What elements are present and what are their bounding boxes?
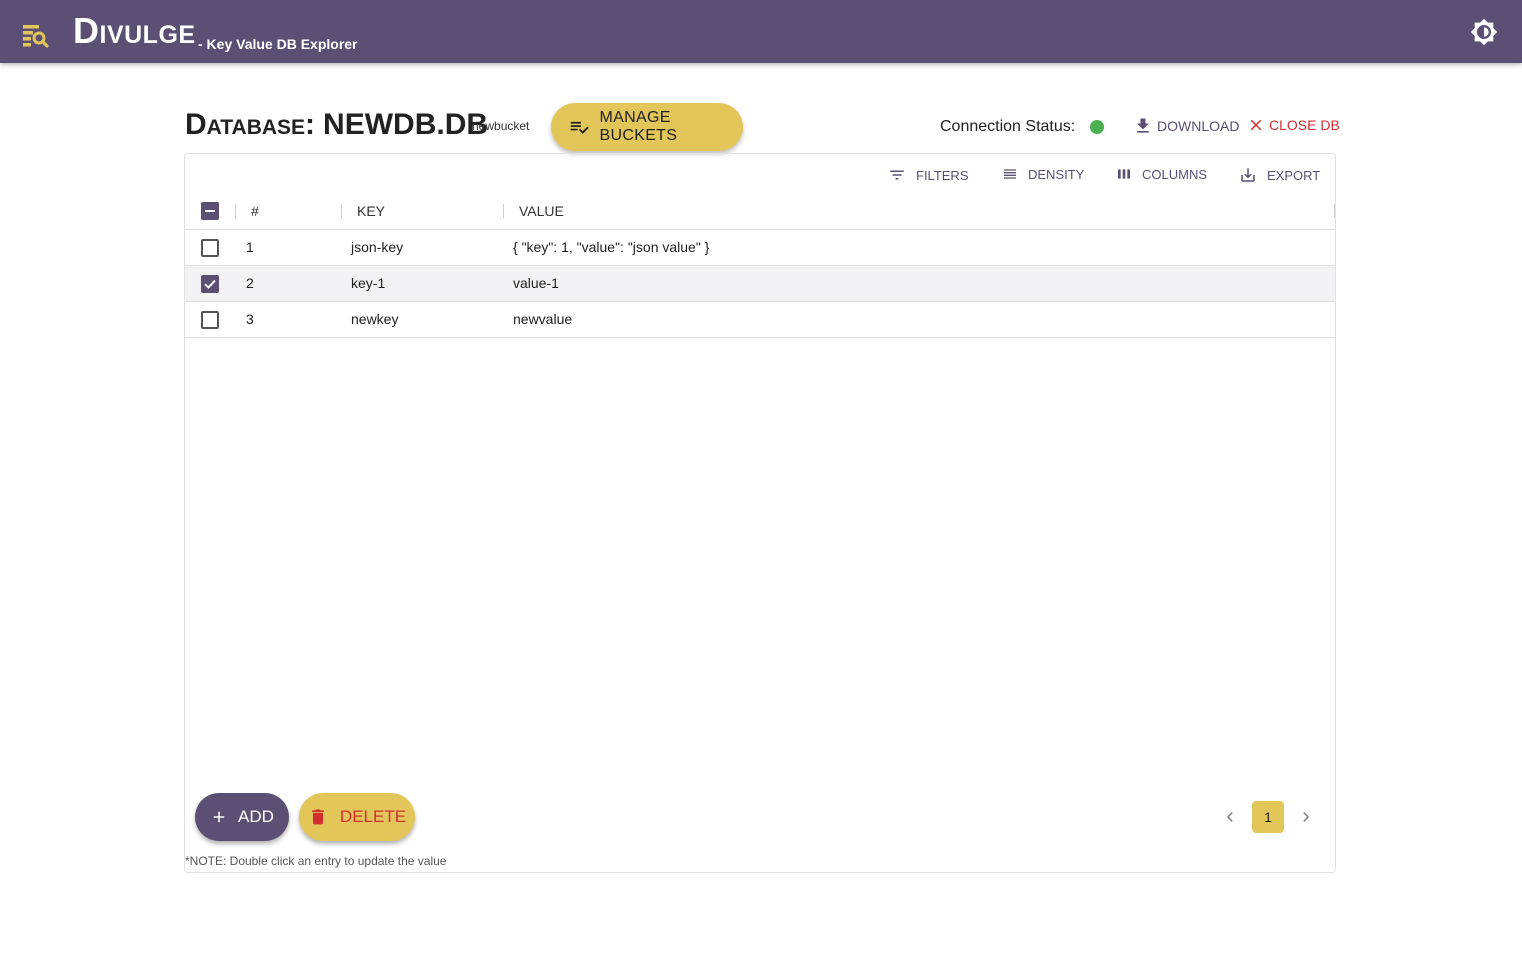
database-label: Database: — [185, 108, 316, 141]
connection-status-indicator — [1090, 120, 1104, 134]
table-row[interactable]: 3 newkey newvalue — [185, 302, 1335, 338]
add-button[interactable]: ADD — [195, 793, 289, 841]
columns-button[interactable]: COLUMNS — [1116, 166, 1207, 182]
row-checkbox[interactable] — [201, 275, 219, 293]
column-separator — [235, 204, 236, 218]
minus-icon — [205, 210, 215, 212]
filters-button[interactable]: FILTERS — [888, 166, 969, 184]
column-header-number[interactable]: # — [251, 203, 259, 219]
density-label: DENSITY — [1028, 166, 1085, 182]
density-icon — [1004, 169, 1016, 179]
trash-icon — [312, 809, 324, 825]
column-separator — [1334, 204, 1335, 218]
filter-icon — [890, 170, 904, 180]
cell-number: 2 — [246, 275, 254, 291]
manage-buckets-button[interactable]: MANAGE BUCKETS — [551, 103, 743, 151]
chevron-left-icon[interactable] — [1220, 807, 1240, 827]
close-db-button[interactable]: CLOSE DB — [1247, 116, 1340, 134]
footer-note: *NOTE: Double click an entry to update t… — [185, 854, 447, 868]
download-icon — [1137, 118, 1149, 133]
cell-number: 1 — [246, 239, 254, 255]
delete-label: DELETE — [339, 807, 407, 826]
filters-label: FILTERS — [916, 167, 969, 183]
cell-key: newkey — [351, 311, 399, 327]
database-name: NEWDB.DB — [323, 108, 489, 141]
columns-label: COLUMNS — [1142, 166, 1208, 182]
cell-key: key-1 — [351, 275, 386, 291]
density-button[interactable]: DENSITY — [1002, 166, 1084, 182]
export-label: EXPORT — [1267, 167, 1321, 183]
chevron-right-icon[interactable] — [1296, 807, 1316, 827]
download-button[interactable]: DOWNLOAD — [1133, 116, 1239, 136]
page-title: Database: NEWDB.DB — [185, 108, 488, 142]
row-checkbox[interactable] — [201, 239, 219, 257]
db-search-icon — [23, 25, 49, 48]
plus-icon — [213, 811, 225, 823]
add-label: ADD — [238, 807, 274, 826]
bucket-name: newbucket — [472, 119, 530, 133]
app-bar: Divulge - Key Value DB Explorer — [0, 0, 1522, 63]
app-title: Divulge — [73, 10, 196, 51]
column-header-value[interactable]: VALUE — [519, 203, 564, 219]
check-icon — [204, 279, 216, 289]
page-number-button[interactable]: 1 — [1252, 801, 1284, 833]
connection-status-label: Connection Status: — [940, 118, 1076, 135]
table-row[interactable]: 1 json-key { "key": 1, "value": "json va… — [185, 230, 1335, 266]
playlist-check-icon — [570, 121, 589, 134]
data-grid: FILTERS DENSITY COLUMNS EXPORT # KEY VAL… — [184, 153, 1336, 873]
cell-number: 3 — [246, 311, 254, 327]
brightness-icon[interactable] — [1470, 18, 1498, 46]
select-all-checkbox[interactable] — [201, 202, 219, 220]
column-separator — [341, 204, 342, 218]
close-icon — [1250, 119, 1262, 131]
column-header-key[interactable]: KEY — [357, 203, 385, 219]
download-label: DOWNLOAD — [1157, 118, 1240, 134]
row-checkbox[interactable] — [201, 311, 219, 329]
export-button[interactable]: EXPORT — [1239, 166, 1320, 184]
close-db-label: CLOSE DB — [1269, 117, 1340, 133]
app-subtitle: - Key Value DB Explorer — [198, 36, 358, 52]
export-icon — [1241, 168, 1255, 182]
manage-buckets-label: MANAGE BUCKETS — [599, 109, 678, 144]
columns-icon — [1118, 169, 1130, 179]
cell-value: value-1 — [513, 275, 559, 291]
cell-key: json-key — [351, 239, 404, 255]
table-row[interactable]: 2 key-1 value-1 — [185, 266, 1335, 302]
cell-value: { "key": 1, "value": "json value" } — [513, 239, 710, 255]
table-header: # KEY VALUE — [185, 192, 1335, 230]
cell-value: newvalue — [513, 311, 573, 327]
column-separator — [503, 204, 504, 218]
delete-button[interactable]: DELETE — [299, 793, 415, 841]
